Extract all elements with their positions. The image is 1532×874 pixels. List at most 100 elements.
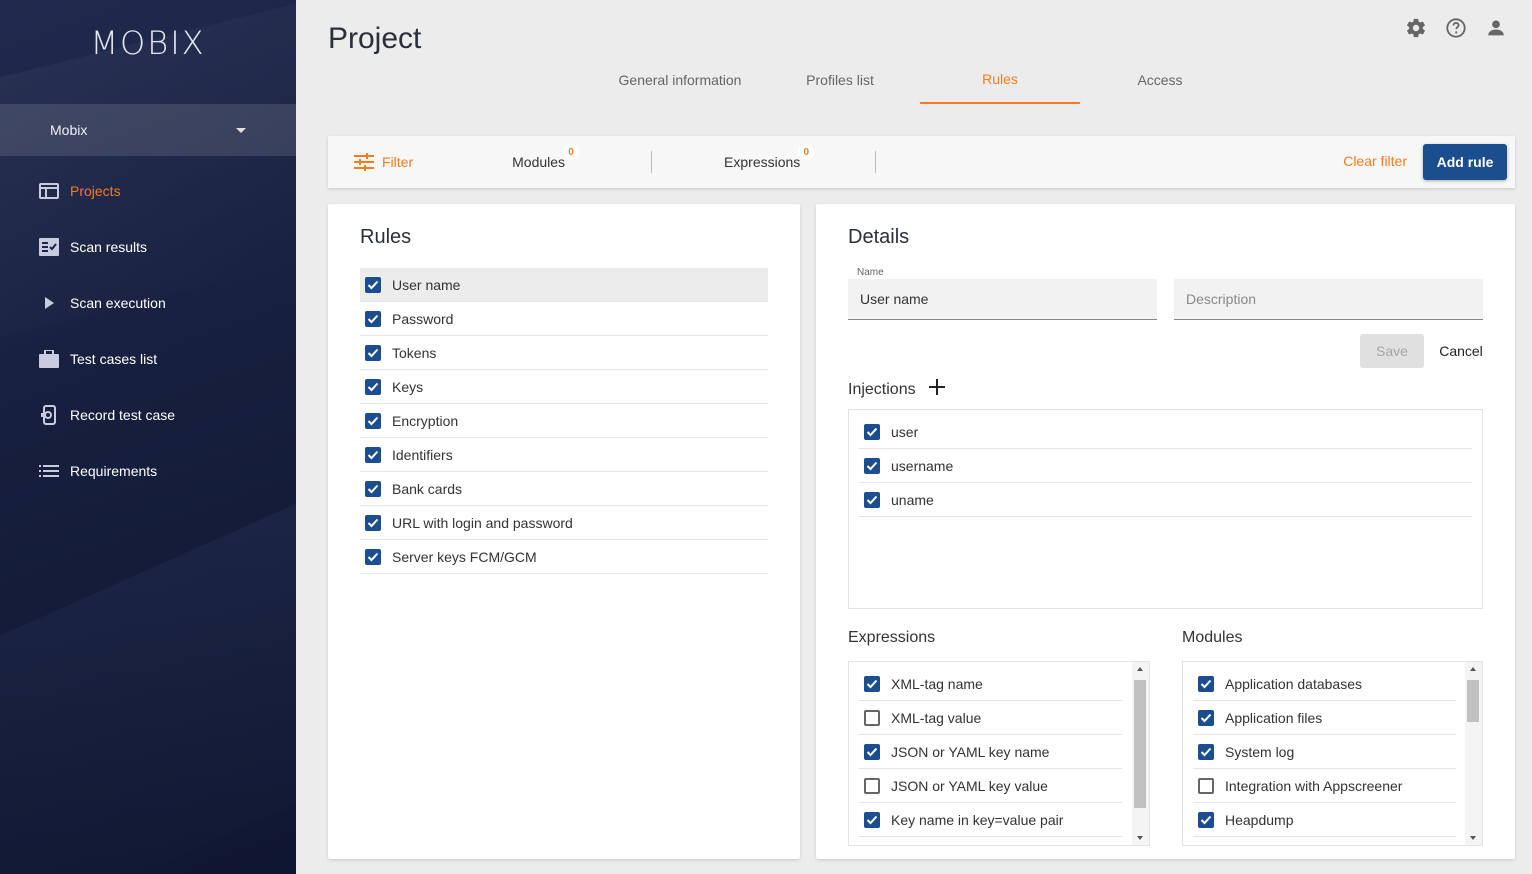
checkbox-checked[interactable]	[365, 310, 381, 327]
sidebar-item-label: Requirements	[70, 463, 158, 479]
scroll-up-icon[interactable]	[1137, 667, 1143, 671]
list-item-label: XML-tag value	[891, 709, 982, 726]
expressions-box: XML-tag name XML-tag value JSON or YAML ke…	[848, 661, 1150, 846]
checkbox-checked[interactable]	[864, 457, 880, 474]
checkbox-checked[interactable]	[365, 514, 381, 531]
filter-bar: Filter Modules 0 Expressions 0 Clear fil…	[328, 136, 1515, 188]
checkbox-checked[interactable]	[1198, 675, 1214, 692]
scroll-up-icon[interactable]	[1470, 667, 1476, 671]
list-item[interactable]: Application files	[1193, 701, 1456, 735]
save-button[interactable]: Save	[1360, 334, 1424, 368]
list-item[interactable]: Tokens	[360, 336, 768, 370]
gear-icon[interactable]	[1404, 16, 1428, 40]
filter-label: Filter	[382, 154, 414, 170]
checkmark-icon	[367, 484, 379, 493]
list-item[interactable]: Heapdump	[1193, 803, 1456, 837]
list-item[interactable]: user	[859, 415, 1472, 449]
checkbox-checked[interactable]	[365, 412, 381, 429]
checkbox-checked[interactable]	[365, 344, 381, 361]
expressions-scrollbar[interactable]	[1132, 662, 1149, 845]
list-item[interactable]: Encryption	[360, 404, 768, 438]
cancel-button[interactable]: Cancel	[1436, 334, 1486, 368]
scrollbar-thumb[interactable]	[1134, 680, 1146, 808]
checkmark-icon	[1200, 713, 1212, 722]
sidebar-item-label: Scan execution	[70, 295, 166, 311]
list-item[interactable]: Server keys FCM/GCM	[360, 540, 768, 574]
checkmark-icon	[367, 280, 379, 289]
list-item[interactable]: XML-tag value	[859, 701, 1122, 735]
org-selector[interactable]: Mobix	[0, 104, 296, 156]
modules-label: Modules	[1182, 629, 1243, 646]
checkbox-checked[interactable]	[864, 811, 880, 828]
details-panel: Details Name User name Description Save …	[816, 204, 1515, 859]
add-injection-icon[interactable]	[928, 378, 948, 398]
clear-filter-button[interactable]: Clear filter	[1343, 153, 1407, 169]
modules-scrollbar[interactable]	[1465, 662, 1482, 845]
filter-button[interactable]: Filter	[354, 153, 413, 171]
list-item[interactable]: URL with login and password	[360, 506, 768, 540]
list-item[interactable]: System log	[1193, 735, 1456, 769]
checkbox-checked[interactable]	[1198, 709, 1214, 726]
list-item[interactable]: uname	[859, 483, 1472, 517]
checkbox-checked[interactable]	[864, 491, 880, 508]
checkbox-checked[interactable]	[365, 446, 381, 463]
sidebar-item-record-test-case[interactable]: Record test case	[0, 387, 296, 443]
list-item[interactable]: username	[859, 449, 1472, 483]
list-item[interactable]: XML-tag name	[859, 667, 1122, 701]
list-item[interactable]: Integration with Appscreener	[1193, 769, 1456, 803]
checkbox-checked[interactable]	[365, 548, 381, 565]
modules-filter[interactable]: Modules 0	[512, 144, 580, 170]
checkmark-icon	[1200, 747, 1212, 756]
checkbox-checked[interactable]	[365, 378, 381, 395]
list-item[interactable]: JSON or YAML key value	[859, 769, 1122, 803]
checkbox-checked[interactable]	[365, 480, 381, 497]
checkbox-checked[interactable]	[365, 276, 381, 293]
sidebar-item-scan-results[interactable]: Scan results	[0, 219, 296, 275]
tab-bar: General information Profiles list Rules …	[600, 56, 1240, 104]
checkbox-checked[interactable]	[1198, 743, 1214, 760]
tab-general-information[interactable]: General information	[600, 56, 760, 104]
sidebar-item-scan-execution[interactable]: Scan execution	[0, 275, 296, 331]
list-item[interactable]: User name	[360, 268, 768, 302]
description-field[interactable]: Description	[1174, 279, 1483, 320]
list-item[interactable]: Keys	[360, 370, 768, 404]
list-item[interactable]: Identifiers	[360, 438, 768, 472]
sidebar-item-projects[interactable]: Projects	[0, 163, 296, 219]
checkbox-unchecked[interactable]	[864, 777, 880, 794]
checkmark-icon	[367, 518, 379, 527]
list-item-label: username	[891, 457, 954, 474]
account-icon[interactable]	[1484, 16, 1508, 40]
checkbox-checked[interactable]	[1198, 811, 1214, 828]
list-item-label: Server keys FCM/GCM	[392, 548, 537, 565]
list-item[interactable]: Bank cards	[360, 472, 768, 506]
scrollbar-thumb[interactable]	[1467, 680, 1479, 722]
list-item[interactable]: Application databases	[1193, 667, 1456, 701]
checkbox-unchecked[interactable]	[864, 709, 880, 726]
sidebar-item-test-cases-list[interactable]: Test cases list	[0, 331, 296, 387]
chevron-down-icon	[236, 127, 246, 133]
list-item-label: XML-tag name	[891, 675, 983, 692]
sidebar-item-label: Test cases list	[70, 351, 158, 367]
list-item[interactable]: Password	[360, 302, 768, 336]
help-icon[interactable]	[1444, 16, 1468, 40]
add-rule-button[interactable]: Add rule	[1423, 144, 1507, 180]
checkbox-checked[interactable]	[864, 423, 880, 440]
scroll-down-icon[interactable]	[1137, 836, 1143, 840]
sidebar-item-requirements[interactable]: Requirements	[0, 443, 296, 499]
checkbox-unchecked[interactable]	[1198, 777, 1214, 794]
name-field[interactable]: User name	[848, 279, 1157, 320]
list-item-label: Identifiers	[392, 446, 453, 463]
checkbox-checked[interactable]	[864, 743, 880, 760]
checkbox-checked[interactable]	[864, 675, 880, 692]
list-item-label: Password	[392, 310, 454, 327]
expressions-filter[interactable]: Expressions 0	[724, 144, 815, 170]
tab-profiles-list[interactable]: Profiles list	[760, 56, 920, 104]
list-item-label: System log	[1225, 743, 1295, 760]
list-item[interactable]: JSON or YAML key name	[859, 735, 1122, 769]
list-item[interactable]: Key name in key=value pair	[859, 803, 1122, 837]
filter-sliders-icon	[354, 153, 374, 171]
details-title: Details	[848, 226, 910, 248]
scroll-down-icon[interactable]	[1470, 836, 1476, 840]
tab-access[interactable]: Access	[1080, 56, 1240, 104]
tab-rules[interactable]: Rules	[920, 56, 1080, 104]
